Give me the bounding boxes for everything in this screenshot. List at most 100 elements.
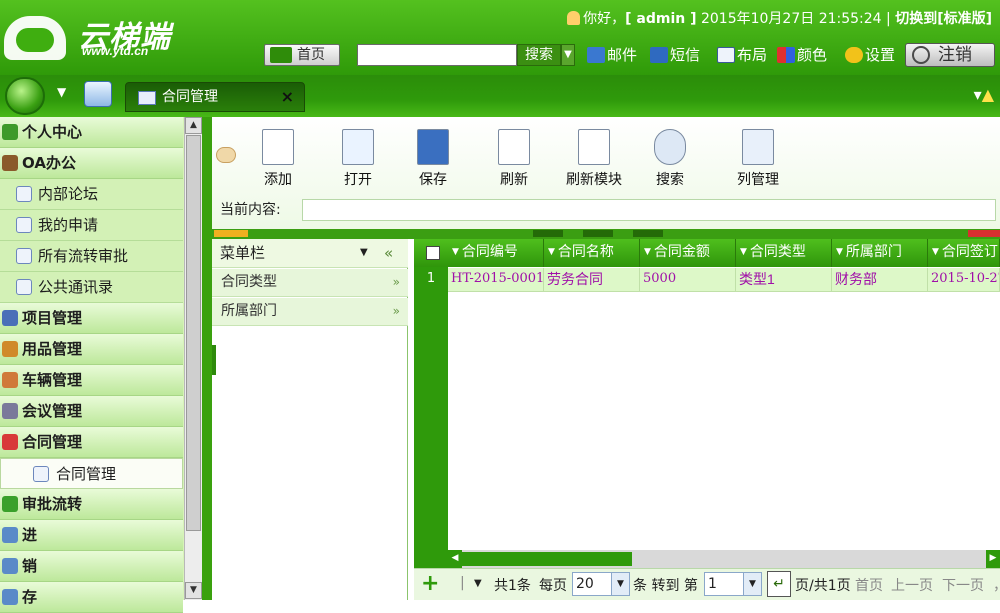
sidebar-item[interactable]: 会议管理 bbox=[0, 396, 183, 427]
column-menu-icon[interactable]: ▼ bbox=[644, 247, 651, 257]
sidebar-item[interactable]: 合同管理 bbox=[0, 458, 183, 489]
grid-header: ▼ 合同编号 ▼ 合同名称 ▼ 合同金额 ▼ 合同类型 ▼ 所属部门 ▼ 合同签订 bbox=[414, 239, 1000, 267]
separator-mark bbox=[214, 230, 248, 237]
table-cell[interactable]: HT-2015-0001 bbox=[448, 268, 544, 292]
table-cell[interactable]: 2015-10-27 bbox=[928, 268, 1000, 292]
sidebar-item[interactable]: 合同管理 bbox=[0, 427, 183, 458]
select-all-checkbox[interactable] bbox=[426, 246, 440, 260]
sms-link[interactable]: 短信 bbox=[650, 45, 700, 65]
menu-row-contract-type[interactable]: 合同类型 » bbox=[212, 269, 408, 297]
sidebar-item[interactable]: 存 bbox=[0, 582, 183, 613]
toolbar-button[interactable]: 添加 bbox=[254, 127, 302, 191]
toolbar-toggle-icon[interactable] bbox=[216, 147, 236, 163]
menu-row-department[interactable]: 所属部门 » bbox=[212, 298, 408, 326]
scrollbar-thumb[interactable] bbox=[186, 135, 201, 531]
toolbar-button[interactable]: 保存 bbox=[409, 127, 457, 191]
scroll-down-icon[interactable]: ▼ bbox=[185, 582, 202, 599]
sidebar-item[interactable]: 审批流转 bbox=[0, 489, 183, 520]
sidebar-scrollbar[interactable]: ▲ ▼ bbox=[184, 117, 202, 600]
sidebar-item[interactable]: OA办公 bbox=[0, 148, 183, 179]
home-label: 首页 bbox=[297, 47, 325, 63]
sidebar-item[interactable]: 我的申请 bbox=[0, 210, 183, 241]
column-menu-icon[interactable]: ▼ bbox=[548, 247, 555, 257]
color-link[interactable]: 颜色 bbox=[777, 45, 827, 65]
start-menu-orb[interactable] bbox=[5, 77, 45, 115]
scroll-left-icon[interactable]: ◀ bbox=[448, 550, 462, 568]
sidebar-splitter[interactable] bbox=[202, 117, 212, 600]
column-header[interactable]: ▼ 合同名称 bbox=[544, 239, 640, 267]
first-page-link[interactable]: 首页 bbox=[855, 575, 883, 595]
collapse-handle[interactable] bbox=[633, 230, 663, 237]
column-menu-icon[interactable]: ▼ bbox=[932, 247, 939, 257]
orb-dropdown-icon[interactable]: ▼ bbox=[57, 85, 66, 99]
sidebar-item-label: 合同管理 bbox=[22, 433, 83, 451]
column-header[interactable]: ▼ 合同签订 bbox=[928, 239, 1000, 267]
table-icon bbox=[16, 279, 32, 295]
home-icon bbox=[270, 47, 292, 63]
next-page-link[interactable]: 下一页 bbox=[942, 575, 984, 595]
toolbar-button[interactable]: 刷新 bbox=[490, 127, 538, 191]
scrollbar-thumb[interactable] bbox=[462, 552, 632, 566]
table-cell[interactable]: 类型1 bbox=[736, 268, 832, 292]
switch-version-link[interactable]: 切换到[标准版] bbox=[895, 11, 992, 27]
toolbar-button[interactable]: 搜索 bbox=[646, 127, 694, 191]
column-header[interactable]: ▼ 合同金额 bbox=[640, 239, 736, 267]
close-icon[interactable]: × bbox=[281, 83, 294, 111]
toolbar-button[interactable]: 刷新模块 bbox=[560, 127, 628, 191]
column-menu-icon[interactable]: ▼ bbox=[452, 247, 459, 257]
row-number: 1 bbox=[414, 268, 448, 292]
sidebar-item[interactable]: 销 bbox=[0, 551, 183, 582]
person-icon bbox=[2, 124, 18, 140]
toolbar-button[interactable]: 打开 bbox=[334, 127, 382, 191]
sidebar-item[interactable]: 用品管理 bbox=[0, 334, 183, 365]
add-row-icon[interactable]: + bbox=[421, 571, 439, 596]
sidebar-item[interactable]: 车辆管理 bbox=[0, 365, 183, 396]
sidebar-item[interactable]: 项目管理 bbox=[0, 303, 183, 334]
collapse-handle[interactable] bbox=[533, 230, 563, 237]
sidebar-item[interactable]: 所有流转审批 bbox=[0, 241, 183, 272]
column-header[interactable]: ▼ 所属部门 bbox=[832, 239, 928, 267]
search-input[interactable] bbox=[357, 44, 517, 66]
sidebar-item[interactable]: 进 bbox=[0, 520, 183, 551]
prev-page-link[interactable]: 上一页 bbox=[891, 575, 933, 595]
sidebar-item[interactable]: 个人中心 bbox=[0, 117, 183, 148]
scroll-up-icon[interactable]: ▲ bbox=[185, 117, 202, 134]
toolbar-button[interactable]: 列管理 bbox=[728, 127, 788, 191]
mail-link[interactable]: 邮件 bbox=[587, 45, 637, 65]
sidebar-item-label: 合同管理 bbox=[56, 465, 117, 483]
chevron-down-icon: ▼ bbox=[611, 573, 629, 595]
page-select[interactable]: 1 ▼ bbox=[704, 572, 762, 596]
supplies-icon bbox=[2, 341, 18, 357]
color-icon bbox=[777, 47, 795, 63]
home-button[interactable]: 首页 bbox=[264, 44, 340, 66]
tab-menu-icon[interactable]: ▾▲ bbox=[974, 85, 994, 104]
horizontal-scrollbar[interactable]: ◀ ▶ bbox=[448, 550, 1000, 568]
add-file-icon bbox=[262, 129, 294, 165]
logout-button[interactable]: 注销 bbox=[905, 43, 995, 67]
scroll-right-icon[interactable]: ▶ bbox=[986, 550, 1000, 568]
column-header[interactable]: ▼ 合同类型 bbox=[736, 239, 832, 267]
current-content-field[interactable] bbox=[302, 199, 996, 221]
column-menu-icon[interactable]: ▼ bbox=[740, 247, 747, 257]
layout-link[interactable]: 布局 bbox=[717, 45, 767, 65]
expand-handle[interactable] bbox=[583, 230, 613, 237]
refresh-icon[interactable] bbox=[84, 81, 112, 107]
menu-dropdown-icon[interactable]: ▼ bbox=[360, 239, 368, 267]
sidebar-item-label: 审批流转 bbox=[22, 495, 83, 513]
search-button[interactable]: 搜索 bbox=[517, 44, 561, 66]
tab-contract-management[interactable]: 合同管理 × bbox=[125, 82, 305, 112]
per-page-select[interactable]: 20 ▼ bbox=[572, 572, 630, 596]
table-cell[interactable]: 劳务合同 bbox=[544, 268, 640, 292]
pager-dropdown-icon[interactable]: ▼ bbox=[474, 578, 482, 589]
column-header[interactable]: ▼ 合同编号 bbox=[448, 239, 544, 267]
settings-link[interactable]: 设置 bbox=[845, 45, 895, 65]
collapse-icon[interactable]: « bbox=[384, 239, 393, 267]
sidebar-item[interactable]: 内部论坛 bbox=[0, 179, 183, 210]
panel-resize-handle[interactable] bbox=[212, 345, 216, 375]
table-cell[interactable]: 5000 bbox=[640, 268, 736, 292]
search-dropdown-icon[interactable]: ▼ bbox=[561, 44, 575, 66]
go-button[interactable]: ↵ bbox=[767, 571, 791, 597]
table-cell[interactable]: 财务部 bbox=[832, 268, 928, 292]
column-menu-icon[interactable]: ▼ bbox=[836, 247, 843, 257]
sidebar-item[interactable]: 公共通讯录 bbox=[0, 272, 183, 303]
